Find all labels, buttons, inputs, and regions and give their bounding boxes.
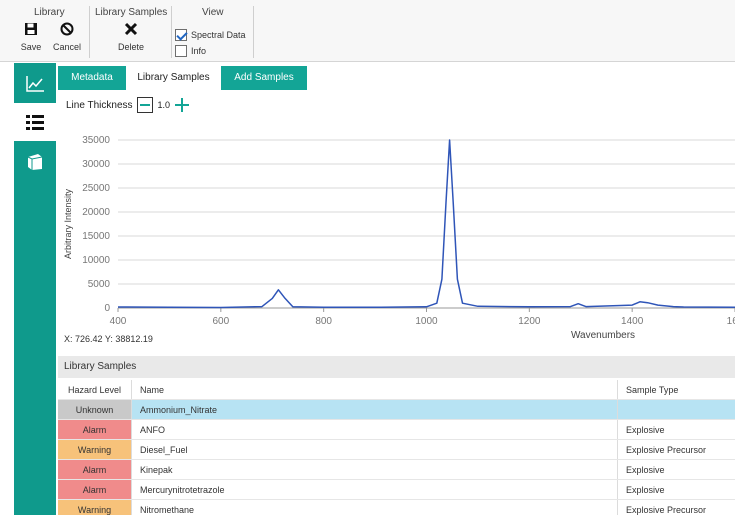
sample-type-cell: Explosive — [626, 425, 665, 435]
library-group-title: Library — [34, 7, 65, 18]
col-sample-type[interactable]: Sample Type — [618, 380, 735, 399]
library-samples-header: Library Samples — [58, 356, 735, 378]
hazard-level-cell: Unknown — [58, 400, 132, 419]
save-icon — [18, 22, 44, 40]
col-name[interactable]: Name — [132, 380, 618, 399]
name-cell: Kinepak — [132, 460, 618, 479]
save-button[interactable]: Save — [18, 22, 44, 52]
rail-item-list[interactable] — [14, 103, 56, 141]
sample-type-cell: Explosive Precursor — [626, 445, 707, 455]
table-row[interactable]: Alarm ANFO Explosive — [58, 420, 735, 440]
view-group-title: View — [202, 7, 224, 18]
y-tick-label: 15000 — [82, 231, 110, 242]
cursor-coordinates: X: 726.42 Y: 38812.19 — [64, 334, 153, 344]
table-row[interactable]: Alarm Kinepak Explosive — [58, 460, 735, 480]
library-samples-grid: Hazard Level Name Sample Type Unknown Amm… — [58, 380, 735, 515]
save-label: Save — [20, 42, 42, 52]
hazard-level-cell: Alarm — [58, 460, 132, 479]
cancel-label: Cancel — [52, 42, 81, 52]
info-checkbox[interactable]: Info — [175, 45, 206, 57]
y-tick-label: 5000 — [88, 279, 111, 290]
chart-icon — [26, 76, 44, 92]
y-tick-label: 30000 — [82, 159, 110, 170]
spectrum-series-line — [117, 139, 735, 309]
name-cell: Nitromethane — [132, 500, 618, 515]
line-thickness-control: Line Thickness 1.0 — [66, 97, 190, 113]
name-cell: Mercurynitrotetrazole — [132, 480, 618, 499]
spectral-data-check-icon — [175, 29, 187, 41]
x-tick-label: 1200 — [518, 316, 541, 327]
y-tick-label: 25000 — [82, 183, 110, 194]
cancel-icon — [50, 22, 84, 40]
x-tick-label: 400 — [110, 316, 127, 327]
sample-type-cell: Explosive — [626, 485, 665, 495]
ribbon-toolbar: Library Save Cancel Library Samples Dele… — [0, 0, 735, 62]
tab-metadata[interactable]: Metadata — [58, 66, 126, 90]
x-tick-label: 1400 — [621, 316, 644, 327]
table-row[interactable]: Warning Nitromethane Explosive Precursor — [58, 500, 735, 515]
library-samples-group: Library Samples Delete — [90, 6, 172, 58]
delete-label: Delete — [117, 42, 144, 52]
hazard-level-cell: Warning — [58, 500, 132, 515]
hazard-level-cell: Alarm — [58, 420, 132, 439]
x-tick-label: 1000 — [415, 316, 438, 327]
book-icon — [27, 154, 43, 170]
tab-add-samples[interactable]: Add Samples — [221, 66, 307, 90]
increase-thickness-button[interactable] — [175, 98, 190, 112]
name-cell: Ammonium_Nitrate — [132, 400, 618, 419]
sample-type-cell — [618, 400, 735, 419]
spectral-data-checkbox[interactable]: Spectral Data — [175, 29, 246, 41]
library-group: Library Save Cancel — [10, 6, 90, 58]
table-row[interactable]: Unknown Ammonium_Nitrate — [58, 400, 735, 420]
x-axis-label: Wavenumbers — [571, 330, 635, 341]
sample-type-cell: Explosive — [626, 465, 665, 475]
line-thickness-value: 1.0 — [157, 100, 171, 110]
info-label: Info — [191, 46, 207, 56]
x-tick-label: 160 — [727, 316, 735, 327]
y-axis-label: Arbitrary Intensity — [63, 188, 73, 259]
name-cell: Diesel_Fuel — [132, 440, 618, 459]
left-nav-rail — [14, 63, 56, 515]
y-tick-label: 35000 — [82, 135, 110, 146]
table-row[interactable]: Alarm Mercurynitrotetrazole Explosive — [58, 480, 735, 500]
decrease-thickness-button[interactable] — [136, 97, 153, 113]
y-tick-label: 20000 — [82, 207, 110, 218]
table-row[interactable]: Warning Diesel_Fuel Explosive Precursor — [58, 440, 735, 460]
line-thickness-label: Line Thickness — [66, 99, 133, 111]
main-content: Line Thickness 1.0 0 5000 10000 15000 20000 2… — [58, 90, 735, 515]
delete-icon — [114, 22, 148, 40]
library-samples-group-title: Library Samples — [95, 7, 168, 18]
rail-item-chart[interactable] — [14, 65, 56, 103]
info-check-icon — [175, 45, 187, 57]
hazard-level-cell: Alarm — [58, 480, 132, 499]
y-tick-label: 10000 — [82, 255, 110, 266]
x-tick-label: 600 — [212, 316, 229, 327]
col-hazard-level[interactable]: Hazard Level — [58, 380, 132, 399]
tab-library-samples[interactable]: Library Samples — [126, 66, 221, 90]
spectral-data-label: Spectral Data — [191, 30, 246, 40]
rail-item-book[interactable] — [14, 143, 56, 181]
x-tick-label: 800 — [315, 316, 332, 327]
list-icon — [26, 115, 44, 130]
y-tick-label: 0 — [104, 303, 110, 314]
line-thickness-stepper: 1.0 — [136, 97, 190, 113]
grid-header-row: Hazard Level Name Sample Type — [58, 380, 735, 400]
hazard-level-cell: Warning — [58, 440, 132, 459]
sample-type-cell: Explosive Precursor — [626, 505, 707, 515]
cancel-button[interactable]: Cancel — [50, 22, 84, 52]
delete-button[interactable]: Delete — [114, 22, 148, 52]
spectrum-chart[interactable]: 0 5000 10000 15000 20000 25000 30000 35000 400 60… — [58, 120, 735, 350]
name-cell: ANFO — [132, 420, 618, 439]
